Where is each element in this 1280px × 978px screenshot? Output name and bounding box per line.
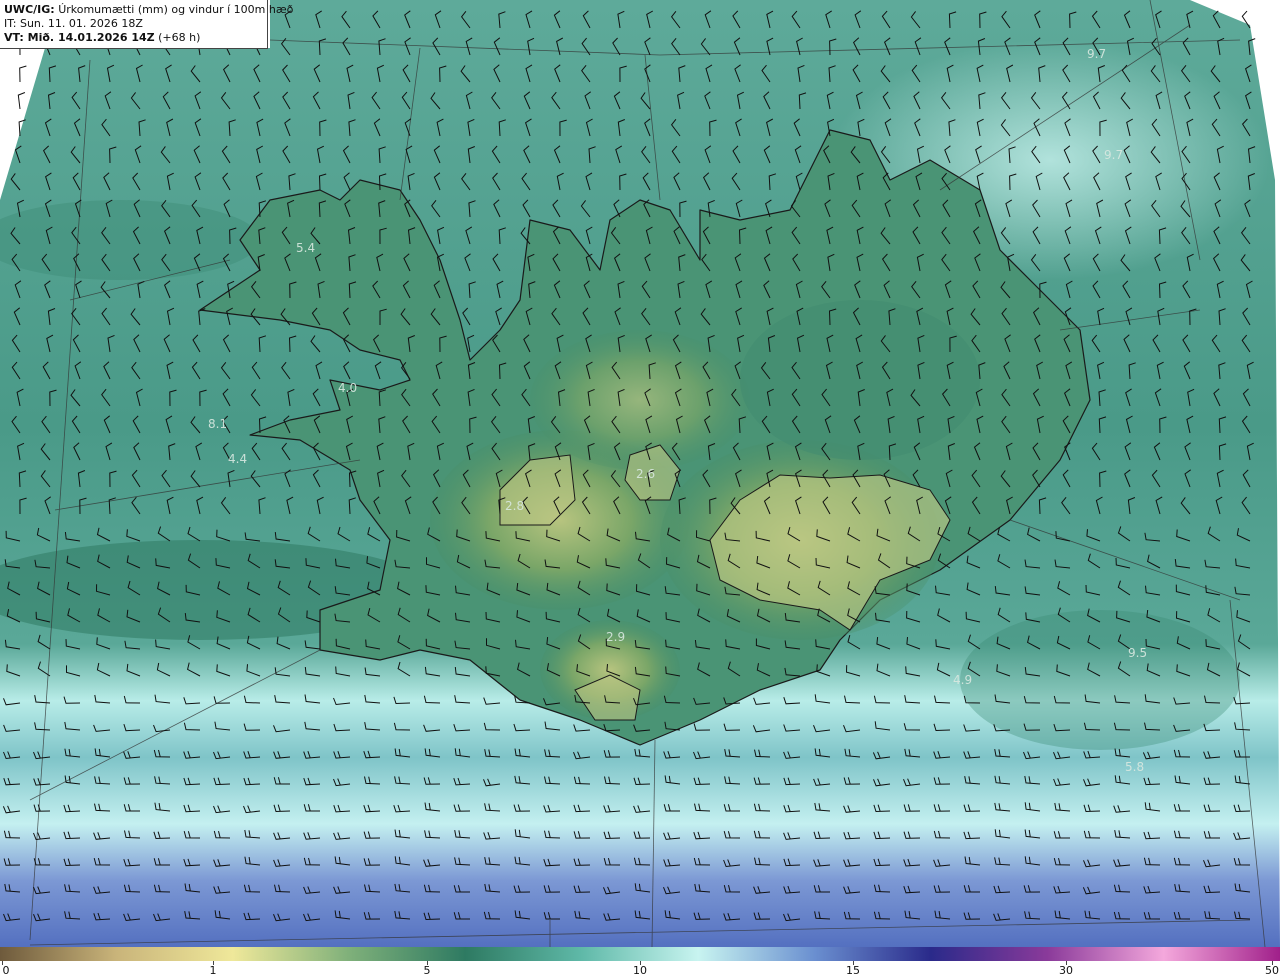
colorbar-tick-label: 1 [209,964,217,977]
colorbar-tick-label: 5 [423,964,431,977]
header-info-box: UWC/IG: Úrkomumætti (mm) og vindur í 100… [0,0,293,49]
colorbar-tick-label: 50 [1265,964,1279,977]
value-label: 9.5 [1128,646,1147,660]
map-canvas: 5.4 4.0 8.1 4.4 2.8 2.6 2.9 4.9 5.8 9.7 … [0,0,1280,947]
value-label: 9.7 [1104,148,1123,162]
value-label: 2.6 [636,467,655,481]
valid-time: Mið. 14.01.2026 14Z [27,31,155,44]
value-label: 2.8 [505,499,524,513]
title-line: UWC/IG: Úrkomumætti (mm) og vindur í 100… [4,3,293,17]
value-label: 5.8 [1125,760,1144,774]
value-label: 4.9 [953,673,972,687]
valid-prefix: VT: [4,31,28,44]
colorbar-legend: 0 1 5 10 15 30 50 [0,947,1280,978]
value-label: 4.0 [338,381,357,395]
value-label: 8.1 [208,417,227,431]
colorbar-tick-label: 30 [1059,964,1073,977]
value-label: 2.9 [606,630,625,644]
colorbar-tick-label: 10 [633,964,647,977]
colorbar-tick-label: 0 [2,964,10,977]
value-label: 4.4 [228,452,247,466]
value-label: 5.4 [296,241,315,255]
product-description: Úrkomumætti (mm) og vindur í 100m hæð [58,3,294,16]
init-time: IT: Sun. 11. 01. 2026 18Z [4,17,143,30]
colorbar-tick-label: 15 [846,964,860,977]
valid-time-line: VT: Mið. 14.01.2026 14Z (+68 h) [4,31,263,45]
colorbar-gradient [0,947,1280,961]
value-label: 9.7 [1087,47,1106,61]
lead-time: (+68 h) [154,31,201,44]
product-name: UWC/IG: [4,3,55,16]
